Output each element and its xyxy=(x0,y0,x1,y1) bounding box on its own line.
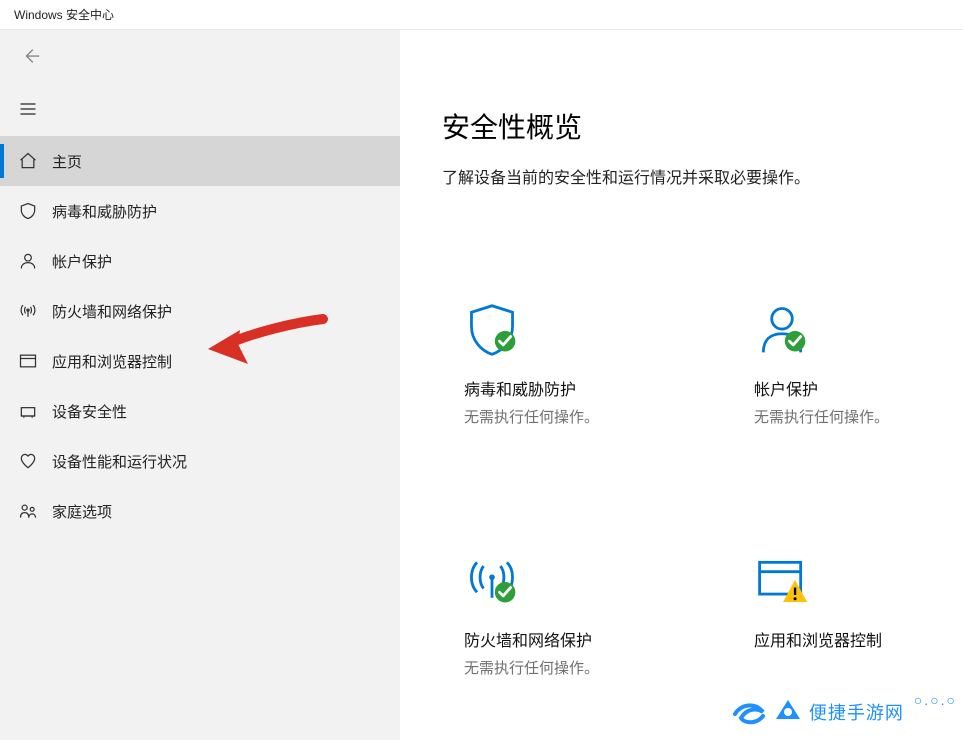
card-virus-protection[interactable]: 病毒和威胁防护 无需执行任何操作。 xyxy=(464,276,664,427)
sidebar-item-label: 家庭选项 xyxy=(52,501,112,522)
page-title: 安全性概览 xyxy=(442,106,963,146)
window-warning-icon xyxy=(754,527,954,609)
watermark: 便捷手游网 ○.○.○ xyxy=(731,694,957,730)
sidebar-item-home[interactable]: 主页 xyxy=(0,136,400,186)
card-status: 无需执行任何操作。 xyxy=(464,406,664,427)
shield-check-icon xyxy=(464,276,664,358)
sidebar-item-device-health[interactable]: 设备性能和运行状况 xyxy=(0,436,400,486)
sidebar-item-virus[interactable]: 病毒和威胁防护 xyxy=(0,186,400,236)
sidebar-item-device-security[interactable]: 设备安全性 xyxy=(0,386,400,436)
main-content: 安全性概览 了解设备当前的安全性和运行情况并采取必要操作。 病毒和威胁防护 无需… xyxy=(400,30,963,740)
card-title: 应用和浏览器控制 xyxy=(754,627,954,651)
watermark-swoosh-icon xyxy=(731,694,767,730)
sidebar-item-family[interactable]: 家庭选项 xyxy=(0,486,400,536)
antenna-icon xyxy=(18,301,52,321)
home-icon xyxy=(18,151,52,171)
sidebar-item-label: 病毒和威胁防护 xyxy=(52,201,157,222)
person-icon xyxy=(18,251,52,271)
card-title: 防火墙和网络保护 xyxy=(464,627,664,651)
sidebar: 主页 病毒和威胁防护 帐户保护 防火墙和网络保护 xyxy=(0,30,400,740)
sidebar-item-label: 设备性能和运行状况 xyxy=(52,451,187,472)
watermark-dots: ○.○.○ xyxy=(914,692,957,708)
sidebar-item-label: 应用和浏览器控制 xyxy=(52,351,172,372)
antenna-check-icon xyxy=(464,527,664,609)
sidebar-item-label: 设备安全性 xyxy=(52,401,127,422)
back-button[interactable] xyxy=(20,45,42,67)
card-title: 帐户保护 xyxy=(754,376,954,400)
sidebar-item-app-browser[interactable]: 应用和浏览器控制 xyxy=(0,336,400,386)
card-app-browser[interactable]: 应用和浏览器控制 xyxy=(754,527,954,678)
sidebar-item-label: 防火墙和网络保护 xyxy=(52,301,172,322)
shield-outline-icon xyxy=(18,201,52,221)
heart-icon xyxy=(18,451,52,471)
sidebar-item-account[interactable]: 帐户保护 xyxy=(0,236,400,286)
sidebar-item-label: 主页 xyxy=(52,151,82,172)
chip-icon xyxy=(18,401,52,421)
card-status: 无需执行任何操作。 xyxy=(754,406,954,427)
menu-button[interactable] xyxy=(18,99,38,119)
card-firewall[interactable]: 防火墙和网络保护 无需执行任何操作。 xyxy=(464,527,664,678)
card-title: 病毒和威胁防护 xyxy=(464,376,664,400)
page-subtitle: 了解设备当前的安全性和运行情况并采取必要操作。 xyxy=(442,164,963,188)
watermark-tri-icon xyxy=(773,697,803,727)
watermark-text: 便捷手游网 xyxy=(809,699,904,725)
card-account-protection[interactable]: 帐户保护 无需执行任何操作。 xyxy=(754,276,954,427)
family-icon xyxy=(18,501,52,521)
window-title: Windows 安全中心 xyxy=(14,6,114,23)
person-check-icon xyxy=(754,276,954,358)
window-titlebar: Windows 安全中心 xyxy=(0,0,963,30)
sidebar-item-label: 帐户保护 xyxy=(52,251,112,272)
card-status: 无需执行任何操作。 xyxy=(464,657,664,678)
window-icon xyxy=(18,351,52,371)
overview-cards: 病毒和威胁防护 无需执行任何操作。 帐户保护 无需执行任何操作。 xyxy=(442,188,963,678)
sidebar-item-firewall[interactable]: 防火墙和网络保护 xyxy=(0,286,400,336)
nav-list: 主页 病毒和威胁防护 帐户保护 防火墙和网络保护 xyxy=(0,136,400,536)
